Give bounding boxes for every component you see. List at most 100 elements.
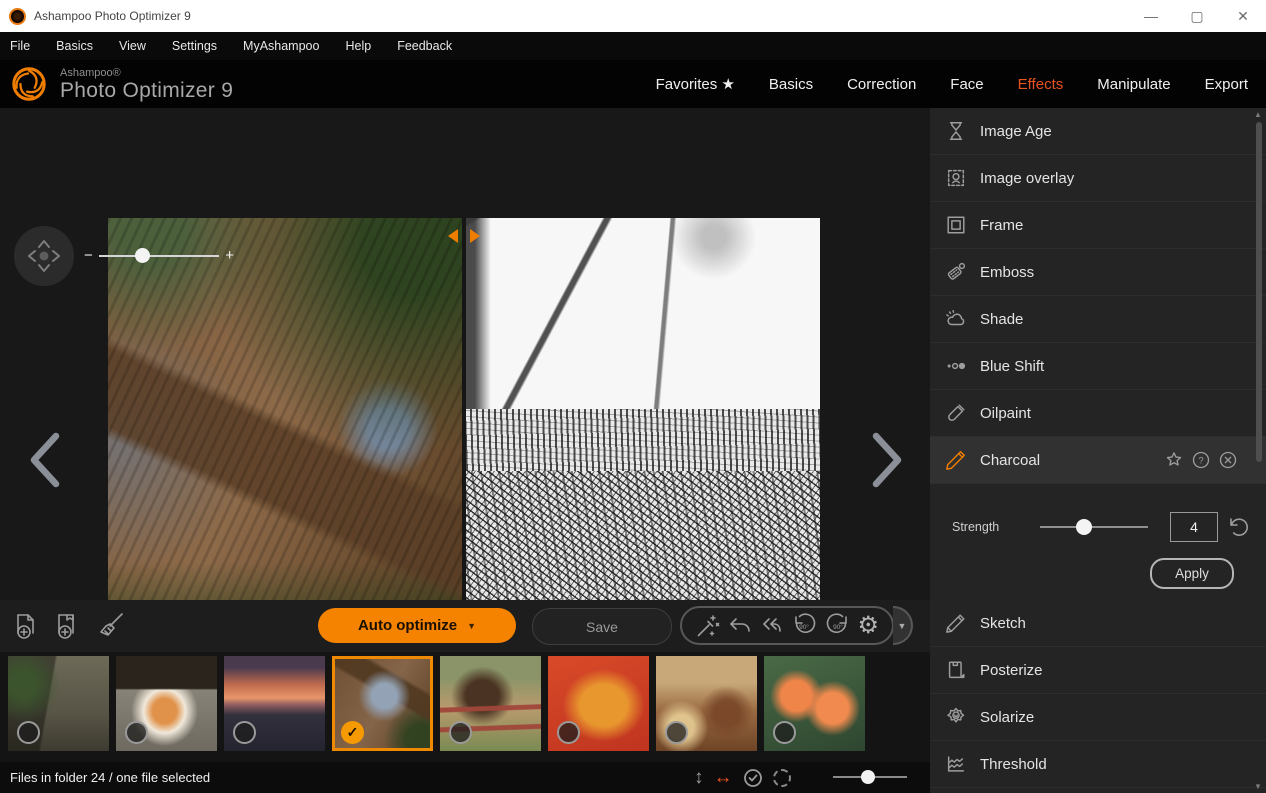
thumbnail-select-circle[interactable]: [773, 721, 796, 744]
select-all-icon[interactable]: [743, 768, 763, 788]
fit-width-icon[interactable]: ↔: [714, 767, 733, 789]
settings-gear-icon[interactable]: ⚙: [858, 614, 880, 638]
strength-slider-handle[interactable]: [1076, 519, 1092, 535]
tab-export[interactable]: Export: [1205, 76, 1248, 93]
thumbnail-sunset-beach[interactable]: [224, 656, 325, 751]
zoom-out-icon[interactable]: −: [84, 249, 93, 263]
effect-row-oilpaint[interactable]: Oilpaint: [930, 390, 1266, 437]
sidebar-scrollbar[interactable]: ▲ ▼: [1254, 110, 1264, 791]
preview-workspace: Original Optimized © Katharina Stang − +: [0, 108, 930, 600]
add-file-button[interactable]: [10, 610, 42, 642]
app-window: Ashampoo Photo Optimizer 9 — ▢ ✕ File Ba…: [0, 0, 1266, 793]
apply-label: Apply: [1175, 566, 1209, 581]
thumbnail-select-circle[interactable]: [449, 721, 472, 744]
menu-help[interactable]: Help: [345, 39, 371, 53]
rotate-right-icon[interactable]: 90°: [824, 612, 852, 640]
effect-row-blue-shift[interactable]: Blue Shift: [930, 343, 1266, 390]
previous-image-button[interactable]: [22, 430, 66, 490]
next-image-button[interactable]: [866, 430, 910, 490]
effect-row-sketch[interactable]: Sketch: [930, 600, 1266, 647]
split-handle-right-arrow-icon[interactable]: [470, 229, 480, 243]
effect-row-posterize[interactable]: Posterize: [930, 647, 1266, 694]
zoom-slider[interactable]: − +: [84, 248, 234, 264]
tab-basics[interactable]: Basics: [769, 76, 813, 93]
effect-row-frame[interactable]: Frame: [930, 202, 1266, 249]
fit-height-icon[interactable]: ↕: [694, 767, 704, 789]
tab-correction[interactable]: Correction: [847, 76, 916, 93]
brand-text: Ashampoo® Photo Optimizer 9: [60, 67, 233, 102]
effects-sidebar: Image Age Image overlay Frame Emboss Sha: [930, 108, 1266, 793]
zoom-slider-track[interactable]: [99, 255, 219, 257]
undo-icon[interactable]: [727, 613, 753, 639]
edit-tools-group: 90° 90° ⚙: [680, 606, 894, 645]
menu-myashampoo[interactable]: MyAshampoo: [243, 39, 319, 53]
thumbnail-market-stall[interactable]: [656, 656, 757, 751]
magic-wand-icon[interactable]: [695, 613, 721, 639]
zoom-in-icon[interactable]: +: [225, 249, 234, 263]
zoom-slider-handle[interactable]: [135, 248, 150, 263]
svg-text:90°: 90°: [799, 623, 809, 631]
scroll-up-icon[interactable]: ▲: [1254, 110, 1262, 119]
menu-view[interactable]: View: [119, 39, 146, 53]
thumbnail-temple-ruins[interactable]: [8, 656, 109, 751]
thumbnail-size-slider[interactable]: [833, 776, 907, 778]
apply-button[interactable]: Apply: [1150, 558, 1234, 589]
solarize-sun-icon: [944, 705, 968, 729]
thumbnail-orange-flowers[interactable]: [764, 656, 865, 751]
save-button[interactable]: Save: [532, 608, 672, 645]
minimize-button[interactable]: —: [1128, 0, 1174, 32]
effect-row-charcoal[interactable]: Charcoal ?: [930, 437, 1266, 484]
close-effect-icon[interactable]: [1218, 450, 1238, 470]
menu-file[interactable]: File: [10, 39, 30, 53]
deselect-all-icon[interactable]: [773, 769, 791, 787]
thumbnail-selected-check-icon[interactable]: ✓: [341, 721, 364, 744]
effect-row-solarize[interactable]: Solarize: [930, 694, 1266, 741]
thumbnail-size-slider-handle[interactable]: [861, 770, 875, 784]
effect-row-image-overlay[interactable]: Image overlay: [930, 155, 1266, 202]
thumbnail-select-circle[interactable]: [233, 721, 256, 744]
rotate-left-icon[interactable]: 90°: [790, 612, 818, 640]
favorite-star-icon[interactable]: [1164, 450, 1184, 470]
tab-face[interactable]: Face: [950, 76, 983, 93]
tab-effects[interactable]: Effects: [1018, 76, 1064, 93]
cleanup-broom-button[interactable]: [94, 610, 126, 642]
scroll-down-icon[interactable]: ▼: [1254, 782, 1262, 791]
menu-feedback[interactable]: Feedback: [397, 39, 452, 53]
strength-value-input[interactable]: [1170, 512, 1218, 542]
main-nav-tabs: Favorites ★ Basics Correction Face Effec…: [656, 75, 1266, 93]
menu-basics[interactable]: Basics: [56, 39, 93, 53]
add-folder-button[interactable]: [52, 610, 84, 642]
pan-control[interactable]: [14, 226, 74, 286]
sidebar-scrollbar-thumb[interactable]: [1256, 122, 1262, 462]
status-bar: Files in folder 24 / one file selected: [0, 762, 930, 793]
effect-row-image-age[interactable]: Image Age: [930, 108, 1266, 155]
optimized-image-sky-region: [466, 218, 820, 409]
effect-row-shade[interactable]: Shade: [930, 296, 1266, 343]
effect-row-partial[interactable]: [930, 788, 1266, 793]
thumbnail-select-circle[interactable]: [125, 721, 148, 744]
thumbnail-select-circle[interactable]: [557, 721, 580, 744]
thumbnail-butterfly[interactable]: [548, 656, 649, 751]
reset-icon[interactable]: [1226, 515, 1250, 539]
tab-favorites[interactable]: Favorites ★: [656, 75, 735, 93]
close-button[interactable]: ✕: [1220, 0, 1266, 32]
auto-optimize-dropdown-icon[interactable]: ▼: [467, 621, 476, 631]
undo-all-icon[interactable]: [758, 613, 784, 639]
status-text: Files in folder 24 / one file selected: [0, 770, 210, 785]
strength-slider[interactable]: [1040, 526, 1148, 528]
maximize-button[interactable]: ▢: [1174, 0, 1220, 32]
split-handle-left-arrow-icon[interactable]: [448, 229, 458, 243]
thumbnail-cat[interactable]: [116, 656, 217, 751]
help-icon[interactable]: ?: [1191, 450, 1211, 470]
tab-manipulate[interactable]: Manipulate: [1097, 76, 1170, 93]
thumbnail-select-circle[interactable]: [17, 721, 40, 744]
thumbnail-select-circle[interactable]: [665, 721, 688, 744]
thumbnail-tree-with-bird[interactable]: ✓: [332, 656, 433, 751]
auto-optimize-button[interactable]: Auto optimize ▼: [318, 608, 516, 643]
effect-row-emboss[interactable]: Emboss: [930, 249, 1266, 296]
oilpaint-brush-icon: [944, 401, 968, 425]
menu-settings[interactable]: Settings: [172, 39, 217, 53]
effect-row-threshold[interactable]: Threshold: [930, 741, 1266, 788]
file-actions: [0, 610, 126, 642]
thumbnail-horse[interactable]: [440, 656, 541, 751]
